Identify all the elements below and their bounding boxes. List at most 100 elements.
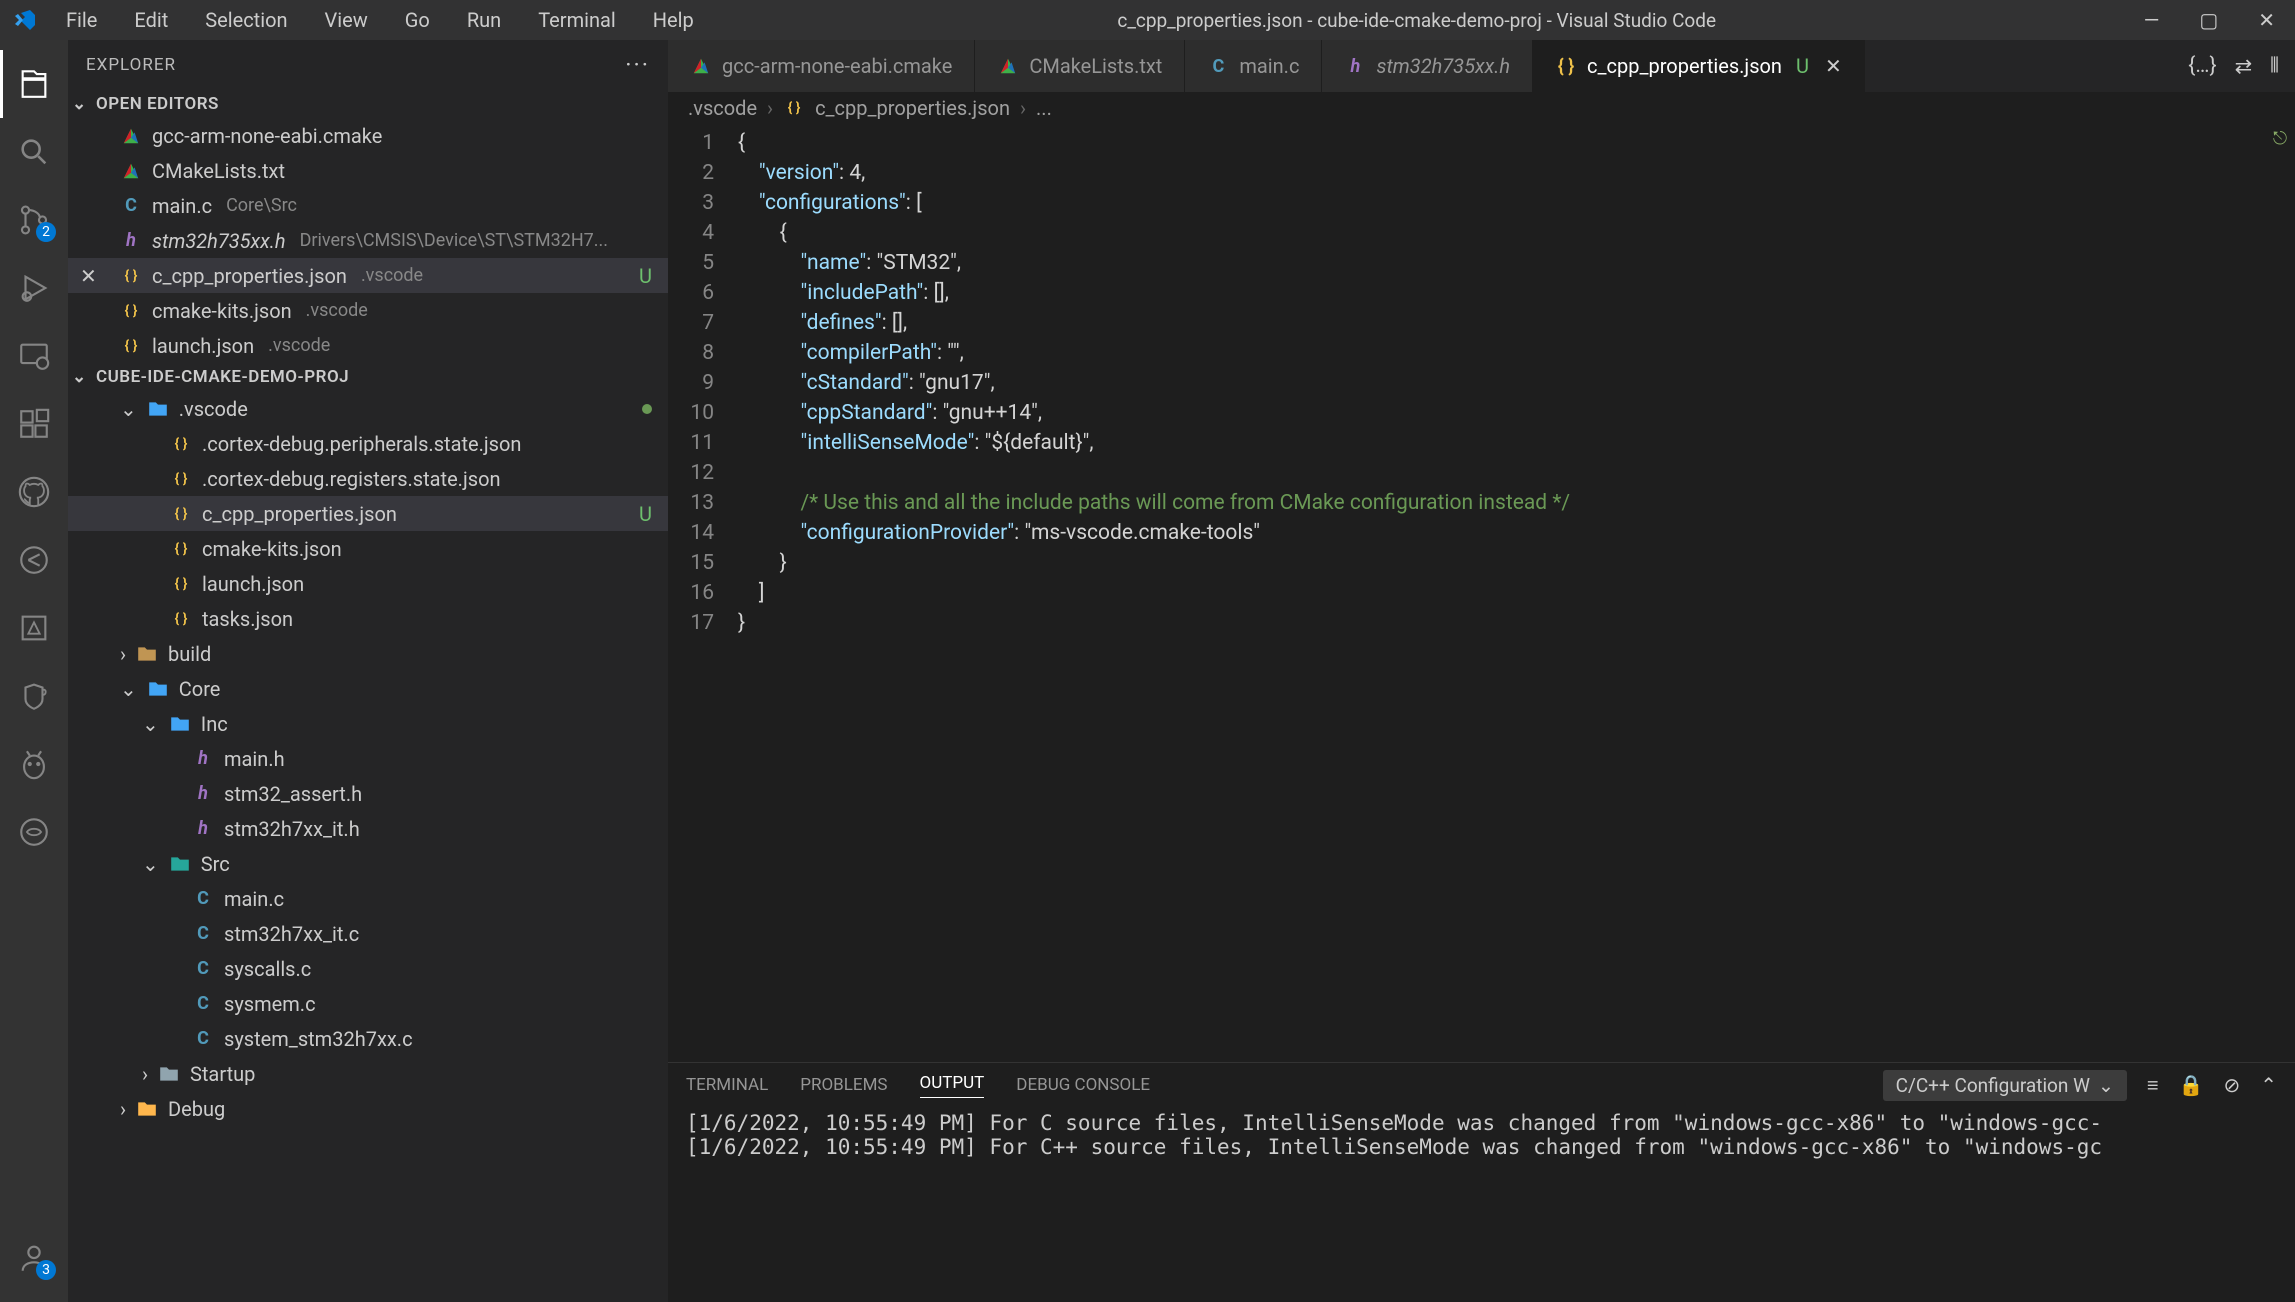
file-item[interactable]: { }cmake-kits.json [68,531,668,566]
menu-view[interactable]: View [319,4,374,36]
compare-icon[interactable]: ⇄ [2235,54,2253,79]
project-header[interactable]: ⌄ CUBE-IDE-CMAKE-DEMO-PROJ [68,363,668,391]
file-item[interactable]: Csysmem.c [68,986,668,1021]
file-item[interactable]: Csystem_stm32h7xx.c [68,1021,668,1056]
open-editor-item[interactable]: hstm32h735xx.hDrivers\CMSIS\Device\ST\ST… [68,223,668,258]
menu-terminal[interactable]: Terminal [532,4,622,36]
github-icon[interactable] [0,458,68,526]
sidebar-more-icon[interactable]: ··· [625,51,650,79]
live-share-icon[interactable] [0,526,68,594]
file-item[interactable]: { }tasks.json [68,601,668,636]
item-name: .cortex-debug.peripherals.state.json [202,432,521,456]
file-item[interactable]: { }.cortex-debug.peripherals.state.json [68,426,668,461]
breadcrumb-segment[interactable]: c_cpp_properties.json [815,96,1010,120]
folder-item[interactable]: ⌄.vscode [68,391,668,426]
item-name: Core [179,677,221,701]
open-editor-item[interactable]: CMakeLists.txt [68,153,668,188]
file-item[interactable]: { }c_cpp_properties.jsonU [68,496,668,531]
open-editors-label: OPEN EDITORS [96,94,219,114]
editor-tab[interactable]: Cmain.c [1185,40,1322,92]
open-editor-item[interactable]: gcc-arm-none-eabi.cmake [68,118,668,153]
json-icon: { } [170,468,192,490]
output-channel-selector[interactable]: C/C++ Configuration W⌄ [1883,1070,2127,1101]
item-name: stm32_assert.h [224,782,362,806]
tab-label: c_cpp_properties.json [1587,54,1782,78]
file-item[interactable]: hmain.h [68,741,668,776]
editor-tab[interactable]: { }c_cpp_properties.jsonU✕ [1533,40,1865,92]
folder-item[interactable]: ⌄Inc [68,706,668,741]
folder-item[interactable]: ›Debug [68,1091,668,1126]
minimap-icon[interactable]: ⎋ [2265,124,2295,154]
open-editors-header[interactable]: ⌄ OPEN EDITORS [68,90,668,118]
run-icon[interactable]: {…} [2188,54,2216,78]
code-content[interactable]: { "version": 4, "configurations": [ { "n… [738,124,2295,1062]
file-item[interactable]: Csyscalls.c [68,951,668,986]
folder-item[interactable]: ›Startup [68,1056,668,1091]
menu-edit[interactable]: Edit [128,4,174,36]
stm-icon[interactable] [0,798,68,866]
chevron-down-icon: ⌄ [120,677,137,701]
open-editor-item[interactable]: ✕{ }c_cpp_properties.json.vscodeU [68,258,668,293]
breadcrumb-segment[interactable]: ... [1036,96,1052,120]
editor-tab[interactable]: gcc-arm-none-eabi.cmake [668,40,975,92]
file-item[interactable]: Cstm32h7xx_it.c [68,916,668,951]
accounts-icon[interactable]: 3 [0,1224,68,1292]
minimize-button[interactable]: — [2144,8,2160,32]
folder-item[interactable]: ›build [68,636,668,671]
panel-tabs: TERMINAL PROBLEMS OUTPUT DEBUG CONSOLE C/C++… [668,1063,2295,1107]
output-content[interactable]: [1/6/2022, 10:55:49 PM] For C source fil… [668,1107,2295,1302]
source-control-icon[interactable]: 2 [0,186,68,254]
menu-help[interactable]: Help [647,4,700,36]
open-editor-item[interactable]: Cmain.cCore\Src [68,188,668,223]
maximize-button[interactable]: ▢ [2199,8,2218,32]
lock-icon[interactable]: 🔒 [2179,1073,2204,1097]
file-item[interactable]: { }launch.json [68,566,668,601]
titlebar: FileEditSelectionViewGoRunTerminalHelp c… [0,0,2295,40]
chevron-right-icon: › [767,96,773,120]
panel-tab-output[interactable]: OUTPUT [920,1073,985,1098]
open-editor-item[interactable]: { }cmake-kits.json.vscode [68,293,668,328]
file-item[interactable]: hstm32h7xx_it.h [68,811,668,846]
folder-item[interactable]: ⌄Src [68,846,668,881]
file-item[interactable]: { } .cortex-debug.registers.state.json [68,461,668,496]
close-icon[interactable]: ✕ [80,264,97,288]
panel-tab-debug-console[interactable]: DEBUG CONSOLE [1016,1075,1150,1095]
c-file-icon: C [120,195,142,217]
tab-label: CMakeLists.txt [1029,54,1162,78]
panel-tab-terminal[interactable]: TERMINAL [686,1075,768,1095]
clear-icon[interactable]: ⊘ [2223,1073,2240,1097]
file-item[interactable]: hstm32_assert.h [68,776,668,811]
filter-icon[interactable]: ≡ [2147,1073,2159,1098]
split-icon[interactable]: ⫴ [2270,54,2279,78]
menu-selection[interactable]: Selection [199,4,293,36]
menu-run[interactable]: Run [461,4,507,36]
cmake-icon[interactable] [0,594,68,662]
chevron-right-icon: › [120,642,126,666]
open-editor-item[interactable]: { }launch.json.vscode [68,328,668,363]
extensions-icon[interactable] [0,390,68,458]
run-debug-icon[interactable] [0,254,68,322]
h-file-icon: h [120,230,142,252]
editor-tab[interactable]: CMakeLists.txt [975,40,1185,92]
folder-item[interactable]: ⌄ Core [68,671,668,706]
tab-label: stm32h735xx.h [1376,54,1510,78]
editor-tab[interactable]: hstm32h735xx.h [1322,40,1533,92]
expand-icon[interactable]: ⌃ [2260,1073,2277,1097]
chevron-down-icon: ⌄ [142,712,159,736]
remote-explorer-icon[interactable] [0,322,68,390]
explorer-icon[interactable] [0,50,68,118]
file-item[interactable]: Cmain.c [68,881,668,916]
close-icon[interactable]: ✕ [1825,54,1842,78]
breadcrumb[interactable]: .vscode › { } c_cpp_properties.json › ..… [668,92,2295,124]
menu-file[interactable]: File [60,4,103,36]
menu-go[interactable]: Go [399,4,436,36]
panel-tab-problems[interactable]: PROBLEMS [800,1075,887,1095]
item-name: .cortex-debug.registers.state.json [202,467,501,491]
code-editor[interactable]: 1234567891011121314151617 { "version": 4… [668,124,2295,1062]
project-name-label: CUBE-IDE-CMAKE-DEMO-PROJ [96,367,349,387]
breadcrumb-segment[interactable]: .vscode [688,96,757,120]
share-icon[interactable] [0,662,68,730]
search-icon[interactable] [0,118,68,186]
close-button[interactable]: ✕ [2258,8,2275,32]
platformio-icon[interactable] [0,730,68,798]
